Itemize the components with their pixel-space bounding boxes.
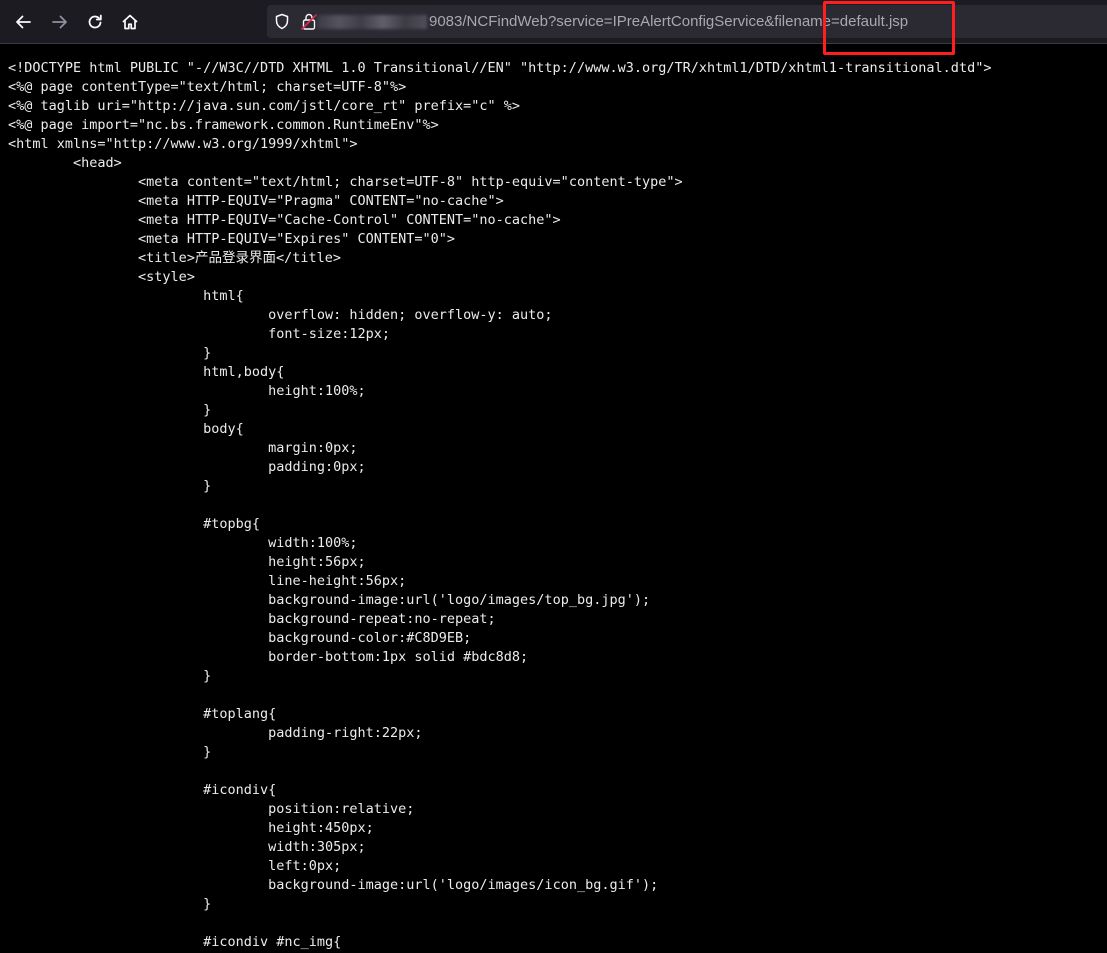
- source-line: line-height:56px;: [8, 573, 407, 589]
- source-line: }: [8, 744, 212, 760]
- home-icon: [121, 13, 139, 31]
- source-line: [8, 914, 991, 933]
- source-line: height:100%;: [8, 383, 366, 399]
- arrow-right-icon: [51, 13, 69, 31]
- source-line: padding:0px;: [8, 459, 366, 475]
- source-line: body{: [8, 421, 244, 437]
- source-line: <head>: [8, 155, 122, 171]
- page-source-view: <!DOCTYPE html PUBLIC "-//W3C//DTD XHTML…: [8, 59, 991, 952]
- back-button[interactable]: [7, 6, 39, 38]
- source-line: #toplang{: [8, 706, 277, 722]
- arrow-left-icon: [14, 13, 32, 31]
- source-line: html{: [8, 288, 244, 304]
- source-line: background-repeat:no-repeat;: [8, 611, 496, 627]
- redacted-host: [317, 15, 427, 29]
- source-line: width:100%;: [8, 535, 358, 551]
- source-line: <title>产品登录界面</title>: [8, 250, 341, 266]
- source-line: background-color:#C8D9EB;: [8, 630, 472, 646]
- source-line: <%@ taglib uri="http://java.sun.com/jstl…: [8, 98, 521, 114]
- source-line: position:relative;: [8, 801, 415, 817]
- highlight-box: [823, 1, 955, 55]
- reload-icon: [86, 13, 104, 31]
- source-line: <!DOCTYPE html PUBLIC "-//W3C//DTD XHTML…: [8, 60, 992, 76]
- source-line: background-image:url('logo/images/icon_b…: [8, 877, 659, 893]
- source-line: }: [8, 402, 212, 418]
- source-line: height:56px;: [8, 554, 366, 570]
- source-line: border-bottom:1px solid #bdc8d8;: [8, 649, 529, 665]
- source-line: [8, 496, 991, 515]
- source-line: font-size:12px;: [8, 326, 391, 342]
- source-line: background-image:url('logo/images/top_bg…: [8, 592, 651, 608]
- source-line: <%@ page import="nc.bs.framework.common.…: [8, 117, 439, 133]
- source-line: left:0px;: [8, 858, 342, 874]
- source-line: <html xmlns="http://www.w3.org/1999/xhtm…: [8, 136, 358, 152]
- source-line: height:450px;: [8, 820, 374, 836]
- source-line: <meta content="text/html; charset=UTF-8"…: [8, 174, 683, 190]
- source-line: html,body{: [8, 364, 285, 380]
- source-line: }: [8, 345, 212, 361]
- browser-toolbar: 9083/NCFindWeb?service=IPreAlertConfigSe…: [0, 0, 1107, 55]
- source-line: [8, 686, 991, 705]
- source-line: padding-right:22px;: [8, 725, 423, 741]
- source-line: width:305px;: [8, 839, 366, 855]
- lock-icon[interactable]: [301, 12, 317, 35]
- source-line: #topbg{: [8, 516, 260, 532]
- source-line: }: [8, 478, 212, 494]
- forward-button[interactable]: [44, 6, 76, 38]
- source-line: #icondiv{: [8, 782, 277, 798]
- source-line: <meta HTTP-EQUIV="Expires" CONTENT="0">: [8, 231, 456, 247]
- source-line: margin:0px;: [8, 440, 358, 456]
- reload-button[interactable]: [79, 6, 111, 38]
- source-line: <style>: [8, 269, 195, 285]
- source-line: <meta HTTP-EQUIV="Pragma" CONTENT="no-ca…: [8, 193, 504, 209]
- home-button[interactable]: [114, 6, 146, 38]
- source-line: [8, 762, 991, 781]
- source-line: }: [8, 896, 212, 912]
- source-line: #icondiv #nc_img{: [8, 934, 342, 950]
- source-line: }: [8, 668, 212, 684]
- source-line: <%@ page contentType="text/html; charset…: [8, 79, 407, 95]
- source-line: overflow: hidden; overflow-y: auto;: [8, 307, 553, 323]
- address-bar[interactable]: 9083/NCFindWeb?service=IPreAlertConfigSe…: [267, 5, 1107, 38]
- source-line: <meta HTTP-EQUIV="Cache-Control" CONTENT…: [8, 212, 561, 228]
- shield-icon[interactable]: [274, 13, 290, 34]
